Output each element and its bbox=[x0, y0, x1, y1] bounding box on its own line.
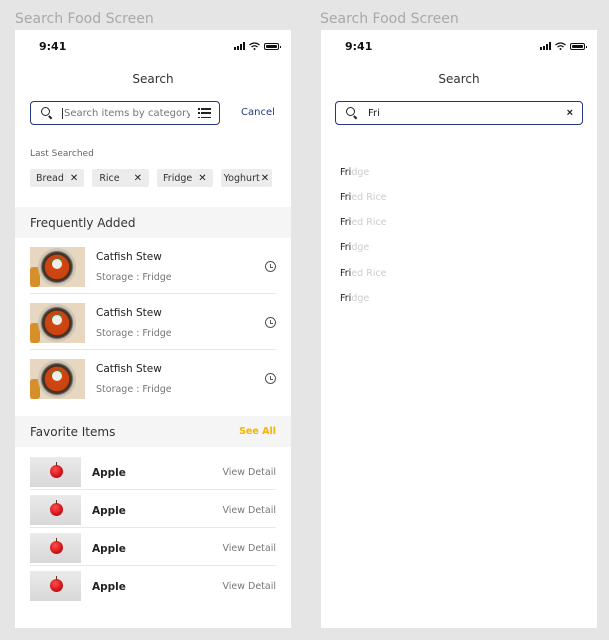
phone-screen-search: 9:41 Search Cancel Last Searched Bread✕ … bbox=[15, 30, 291, 628]
suggestion-match: Fri bbox=[340, 242, 352, 253]
suggestion-match: Fri bbox=[340, 293, 352, 304]
clock-icon[interactable] bbox=[265, 373, 276, 384]
chip-label: Bread bbox=[36, 172, 64, 184]
food-name: Catfish Stew bbox=[96, 363, 162, 375]
page-title: Search bbox=[438, 72, 480, 86]
close-icon[interactable]: × bbox=[567, 107, 573, 119]
view-detail-link[interactable]: View Detail bbox=[222, 505, 276, 516]
item-name: Apple bbox=[92, 505, 126, 517]
see-all-link[interactable]: See All bbox=[239, 426, 276, 437]
apple-image bbox=[30, 495, 81, 525]
suggestion-rest: dge bbox=[351, 293, 370, 304]
item-name: Apple bbox=[92, 581, 126, 593]
suggestion-match: Fri bbox=[340, 217, 352, 228]
page-title: Search bbox=[132, 72, 174, 86]
suggestion-match: Fri bbox=[340, 192, 352, 203]
suggestion-item[interactable]: Fridge bbox=[340, 293, 369, 304]
apple-image bbox=[30, 571, 81, 601]
list-item[interactable]: Apple View Detail bbox=[30, 528, 276, 566]
suggestion-rest: dge bbox=[351, 167, 370, 178]
chip-label: Rice bbox=[99, 172, 120, 184]
chip-label: Yoghurt bbox=[223, 172, 260, 184]
chip-rice[interactable]: Rice ✕ bbox=[92, 169, 150, 187]
status-icons bbox=[540, 42, 587, 50]
suggestion-item[interactable]: Fried Rice bbox=[340, 268, 387, 279]
suggestion-item[interactable]: Fridge bbox=[340, 167, 369, 178]
suggestion-match: Fri bbox=[340, 167, 352, 178]
search-bar[interactable]: × bbox=[335, 101, 583, 125]
status-bar: 9:41 bbox=[321, 40, 597, 54]
list-item[interactable]: Apple View Detail bbox=[30, 452, 276, 490]
view-detail-link[interactable]: View Detail bbox=[222, 467, 276, 478]
wifi-icon bbox=[555, 42, 566, 50]
chip-yoghurt[interactable]: Yoghurt ✕ bbox=[220, 169, 273, 187]
chip-bread[interactable]: Bread ✕ bbox=[30, 169, 85, 187]
item-name: Apple bbox=[92, 543, 126, 555]
item-name: Apple bbox=[92, 467, 126, 479]
filter-list-icon[interactable] bbox=[198, 108, 211, 118]
close-icon[interactable]: ✕ bbox=[134, 173, 142, 184]
frame-title-1: Search Food Screen bbox=[15, 11, 154, 27]
food-name: Catfish Stew bbox=[96, 251, 162, 263]
close-icon[interactable]: ✕ bbox=[261, 173, 269, 184]
suggestion-item[interactable]: Fried Rice bbox=[340, 217, 387, 228]
view-detail-link[interactable]: View Detail bbox=[222, 581, 276, 592]
food-image bbox=[30, 359, 85, 399]
search-icon bbox=[345, 106, 359, 120]
favorite-items-header: Favorite Items See All bbox=[15, 416, 291, 447]
search-bar[interactable] bbox=[30, 101, 220, 125]
frame-title-2: Search Food Screen bbox=[320, 11, 459, 27]
suggestion-rest: dge bbox=[351, 242, 370, 253]
food-name: Catfish Stew bbox=[96, 307, 162, 319]
food-storage: Storage : Fridge bbox=[96, 384, 172, 395]
chip-label: Fridge bbox=[163, 172, 193, 184]
food-storage: Storage : Fridge bbox=[96, 272, 172, 283]
cancel-button[interactable]: Cancel bbox=[241, 107, 275, 118]
section-title: Frequently Added bbox=[30, 215, 136, 230]
close-icon[interactable]: ✕ bbox=[70, 173, 78, 184]
wifi-icon bbox=[249, 42, 260, 50]
search-icon bbox=[40, 106, 54, 120]
search-input[interactable] bbox=[62, 107, 190, 119]
clock-icon[interactable] bbox=[265, 261, 276, 272]
apple-image bbox=[30, 533, 81, 563]
suggestion-item[interactable]: Fridge bbox=[340, 242, 369, 253]
suggestion-item[interactable]: Fried Rice bbox=[340, 192, 387, 203]
clock-icon[interactable] bbox=[265, 317, 276, 328]
search-input[interactable] bbox=[367, 107, 547, 119]
last-searched-label: Last Searched bbox=[30, 149, 94, 159]
status-icons bbox=[234, 42, 281, 50]
last-searched-chips: Bread ✕ Rice ✕ Fridge ✕ Yoghurt ✕ bbox=[30, 169, 273, 187]
list-item[interactable]: Catfish Stew Storage : Fridge bbox=[30, 238, 276, 294]
phone-screen-search-results: 9:41 Search × Fridge Fried Rice Fried Ri… bbox=[321, 30, 597, 628]
frequently-added-header: Frequently Added bbox=[15, 207, 291, 238]
status-time: 9:41 bbox=[39, 40, 67, 53]
battery-icon bbox=[264, 43, 281, 50]
status-time: 9:41 bbox=[345, 40, 373, 53]
suggestion-rest: ed Rice bbox=[351, 268, 387, 279]
food-image bbox=[30, 303, 85, 343]
suggestion-rest: ed Rice bbox=[351, 217, 387, 228]
close-icon[interactable]: ✕ bbox=[198, 173, 206, 184]
list-item[interactable]: Apple View Detail bbox=[30, 566, 276, 604]
signal-icon bbox=[234, 42, 245, 50]
apple-image bbox=[30, 457, 81, 487]
section-title: Favorite Items bbox=[30, 424, 116, 439]
suggestion-match: Fri bbox=[340, 268, 352, 279]
food-storage: Storage : Fridge bbox=[96, 328, 172, 339]
list-item[interactable]: Catfish Stew Storage : Fridge bbox=[30, 350, 276, 406]
food-image bbox=[30, 247, 85, 287]
status-bar: 9:41 bbox=[15, 40, 291, 54]
list-item[interactable]: Catfish Stew Storage : Fridge bbox=[30, 294, 276, 350]
view-detail-link[interactable]: View Detail bbox=[222, 543, 276, 554]
battery-icon bbox=[570, 43, 587, 50]
list-item[interactable]: Apple View Detail bbox=[30, 490, 276, 528]
signal-icon bbox=[540, 42, 551, 50]
chip-fridge[interactable]: Fridge ✕ bbox=[157, 169, 213, 187]
suggestion-rest: ed Rice bbox=[351, 192, 387, 203]
